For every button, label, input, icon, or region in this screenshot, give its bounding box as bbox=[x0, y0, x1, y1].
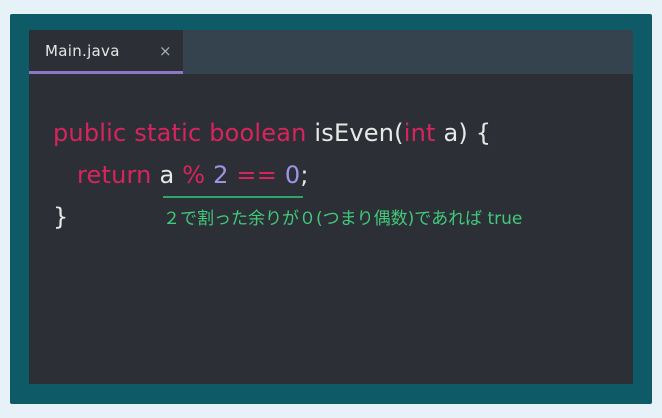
param-and-brace: a) { bbox=[443, 119, 492, 147]
closing-brace: } bbox=[53, 203, 69, 231]
tab-bar: Main.java × bbox=[29, 30, 633, 74]
highlight-underline bbox=[163, 196, 303, 198]
keyword-public: public bbox=[53, 119, 127, 147]
operator-mod: % bbox=[182, 161, 206, 189]
code-line-1: public static boolean isEven(int a) { bbox=[53, 119, 491, 147]
keyword-return: return bbox=[77, 161, 152, 189]
number-2: 2 bbox=[213, 161, 229, 189]
code-line-3: } bbox=[53, 203, 68, 231]
tab-title: Main.java bbox=[45, 42, 120, 60]
keyword-int: int bbox=[403, 119, 436, 147]
keyword-boolean: boolean bbox=[209, 119, 307, 147]
number-0: 0 bbox=[284, 161, 301, 189]
close-icon[interactable]: × bbox=[159, 42, 172, 60]
semicolon: ; bbox=[300, 161, 309, 189]
annotation-comment: ２で割った余りが０(つまり偶数)であれば true bbox=[163, 209, 523, 229]
variable-a: a bbox=[159, 161, 175, 189]
keyword-static: static bbox=[134, 119, 202, 147]
tab-main-java[interactable]: Main.java × bbox=[29, 30, 183, 74]
code-line-2: return a % 2 == 0; bbox=[77, 161, 309, 189]
operator-eq: == bbox=[236, 161, 278, 189]
method-name: isEven( bbox=[314, 119, 404, 147]
